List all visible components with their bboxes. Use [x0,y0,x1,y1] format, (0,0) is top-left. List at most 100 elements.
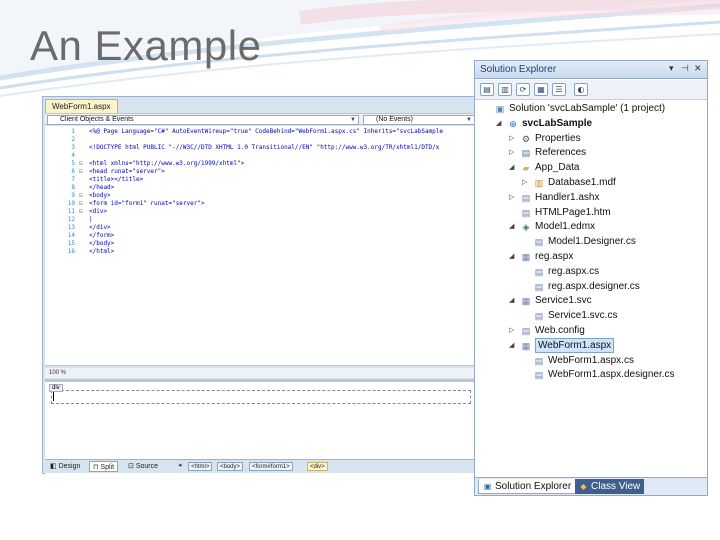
fold-toggle-icon[interactable]: ⊟ [79,192,85,200]
line-number: 7 [71,176,75,183]
line-number: 6 [71,168,75,175]
code-line[interactable]: 10 ⊟ <form id="form1" runat="server"> [45,200,477,208]
code-line[interactable]: 15 </body> [45,240,477,248]
tree-item-label: Service1.svc.cs [548,310,618,322]
solution-explorer-tabs: ▣ Solution Explorer ◆ Class View [475,477,707,495]
zoom-level[interactable]: 100 % [45,368,477,378]
code-line[interactable]: 9 ⊟ <body> [45,192,477,200]
code-line[interactable]: 7 <title></title> [45,176,477,184]
code-line[interactable]: 14 </form> [45,232,477,240]
chevron-left-icon[interactable]: ◂ [178,461,182,469]
source-code-area[interactable]: 1 <%@ Page Language="C#" AutoEventWireup=… [45,126,477,366]
fold-toggle-icon[interactable]: ⊟ [79,200,85,208]
design-view-icon: ◧ [50,463,57,470]
view-code-icon[interactable]: ☰ [552,83,566,96]
refresh-icon[interactable]: ⟳ [516,83,530,96]
events-dropdown[interactable]: (No Events) ▼ [363,115,475,125]
code-text: </html> [89,248,115,255]
aspx-file-icon: ▦ [521,252,531,262]
expand-icon[interactable]: ▷ [509,146,518,160]
pin-icon[interactable]: ⊣ [681,63,689,74]
line-number: 13 [67,224,75,231]
breadcrumb-form[interactable]: <form#form1> [249,462,293,471]
line-number: 9 [71,192,75,199]
tree-item-label: App_Data [535,162,580,174]
code-line[interactable]: 11 ⊟ <div> [45,208,477,216]
code-line[interactable]: 5 ⊟ <html xmlns="http://www.w3.org/1999/xh… [45,160,477,168]
breadcrumb-html[interactable]: <html> [188,462,213,471]
cs-file-icon: ▤ [534,237,544,248]
code-text: <form id="form1" runat="server"> [89,200,205,207]
fold-toggle-icon[interactable]: ⊟ [79,160,85,168]
show-all-files-icon[interactable]: ▥ [498,83,512,96]
solution-explorer-header: Solution Explorer ▾ ⊣ ✕ [475,61,707,79]
line-number: 15 [67,240,75,247]
code-line[interactable]: 1 <%@ Page Language="C#" AutoEventWireup=… [45,128,477,136]
line-number: 12 [67,216,75,223]
fold-toggle-icon[interactable]: ⊟ [79,168,85,176]
line-number: 11 [67,208,75,215]
tree-item-label: reg.aspx.designer.cs [548,280,640,292]
chevron-down-icon: ▼ [466,117,472,123]
code-text: </body> [89,240,115,247]
tab-class-view[interactable]: ◆ Class View [575,479,645,494]
split-view-icon: ⊓ [93,464,99,471]
tab-solution-explorer-label: Solution Explorer [495,481,572,492]
source-view-label: Source [135,463,159,470]
code-line[interactable]: 12 | [45,216,477,224]
collapse-icon[interactable]: ◢ [509,339,518,353]
code-line[interactable]: 6 ⊟ <head runat="server"> [45,168,477,176]
code-line[interactable]: 13 </div> [45,224,477,232]
chevron-down-icon: ▼ [350,117,356,123]
code-line[interactable]: 3 <!DOCTYPE html PUBLIC "-//W3C//DTD XHTM… [45,144,477,152]
collapse-icon[interactable]: ◢ [509,220,518,234]
view-designer-icon[interactable]: ▦ [534,83,548,96]
collapse-icon[interactable]: ◢ [496,117,505,131]
code-text: <!DOCTYPE html PUBLIC "-//W3C//DTD XHTML… [89,144,440,151]
close-icon[interactable]: ✕ [694,63,702,74]
fold-toggle-icon[interactable]: ⊟ [79,208,85,216]
split-view-button[interactable]: ⊓ Split [89,461,119,472]
document-tab-webform1[interactable]: WebForm1.aspx [45,99,118,113]
line-number: 5 [71,160,75,167]
collapse-icon[interactable]: ◢ [509,161,518,175]
design-view-button[interactable]: ◧ Design [47,461,83,472]
tree-item-label: Database1.mdf [548,177,616,188]
tree-item-label: Service1.svc [535,295,592,307]
aspx-file-icon: ▦ [521,340,531,351]
code-line[interactable]: 2 [45,136,477,144]
code-line[interactable]: 4 [45,152,477,160]
breadcrumb-body[interactable]: <body> [217,462,244,471]
expand-icon[interactable]: ▷ [509,132,518,146]
tree-item-label: Handler1.ashx [535,191,600,203]
expand-icon[interactable]: ▷ [522,176,531,190]
breadcrumb-div[interactable]: <div> [307,462,328,471]
div-design-surface[interactable] [51,390,471,404]
navigation-dropdown-bar: Client Objects & Events ▼ (No Events) ▼ [45,113,477,125]
solution-explorer-tab-icon: ▣ [483,482,492,491]
tree-item-label: Model1.edmx [535,221,596,233]
expand-icon[interactable]: ▷ [509,191,518,205]
class-diagram-icon[interactable]: ◐ [574,83,588,96]
properties-icon: ⚙ [521,133,531,144]
tab-solution-explorer[interactable]: ▣ Solution Explorer [478,479,577,494]
line-number: 16 [67,248,75,255]
tree-item-label: Solution 'svcLabSample' (1 project) [509,103,666,114]
code-line[interactable]: 16 </html> [45,248,477,256]
tree-item-label: Web.config [535,325,585,336]
line-number: 2 [71,136,75,143]
window-position-icon[interactable]: ▾ [669,63,674,74]
properties-icon[interactable]: ▤ [480,83,494,96]
cs-file-icon: ▤ [534,355,544,366]
collapse-icon[interactable]: ◢ [509,250,518,264]
collapse-icon[interactable]: ◢ [509,294,518,308]
folder-icon: ▰ [522,163,530,174]
client-objects-dropdown[interactable]: Client Objects & Events ▼ [47,115,359,125]
cs-file-icon: ▤ [534,370,544,381]
source-view-button[interactable]: ⊡ Source [125,461,161,472]
slide-title: An Example [30,22,262,69]
code-line[interactable]: 8 </head> [45,184,477,192]
expand-icon[interactable]: ▷ [509,324,518,338]
html-file-icon: ▤ [521,207,531,218]
code-text: <div> [89,208,108,215]
